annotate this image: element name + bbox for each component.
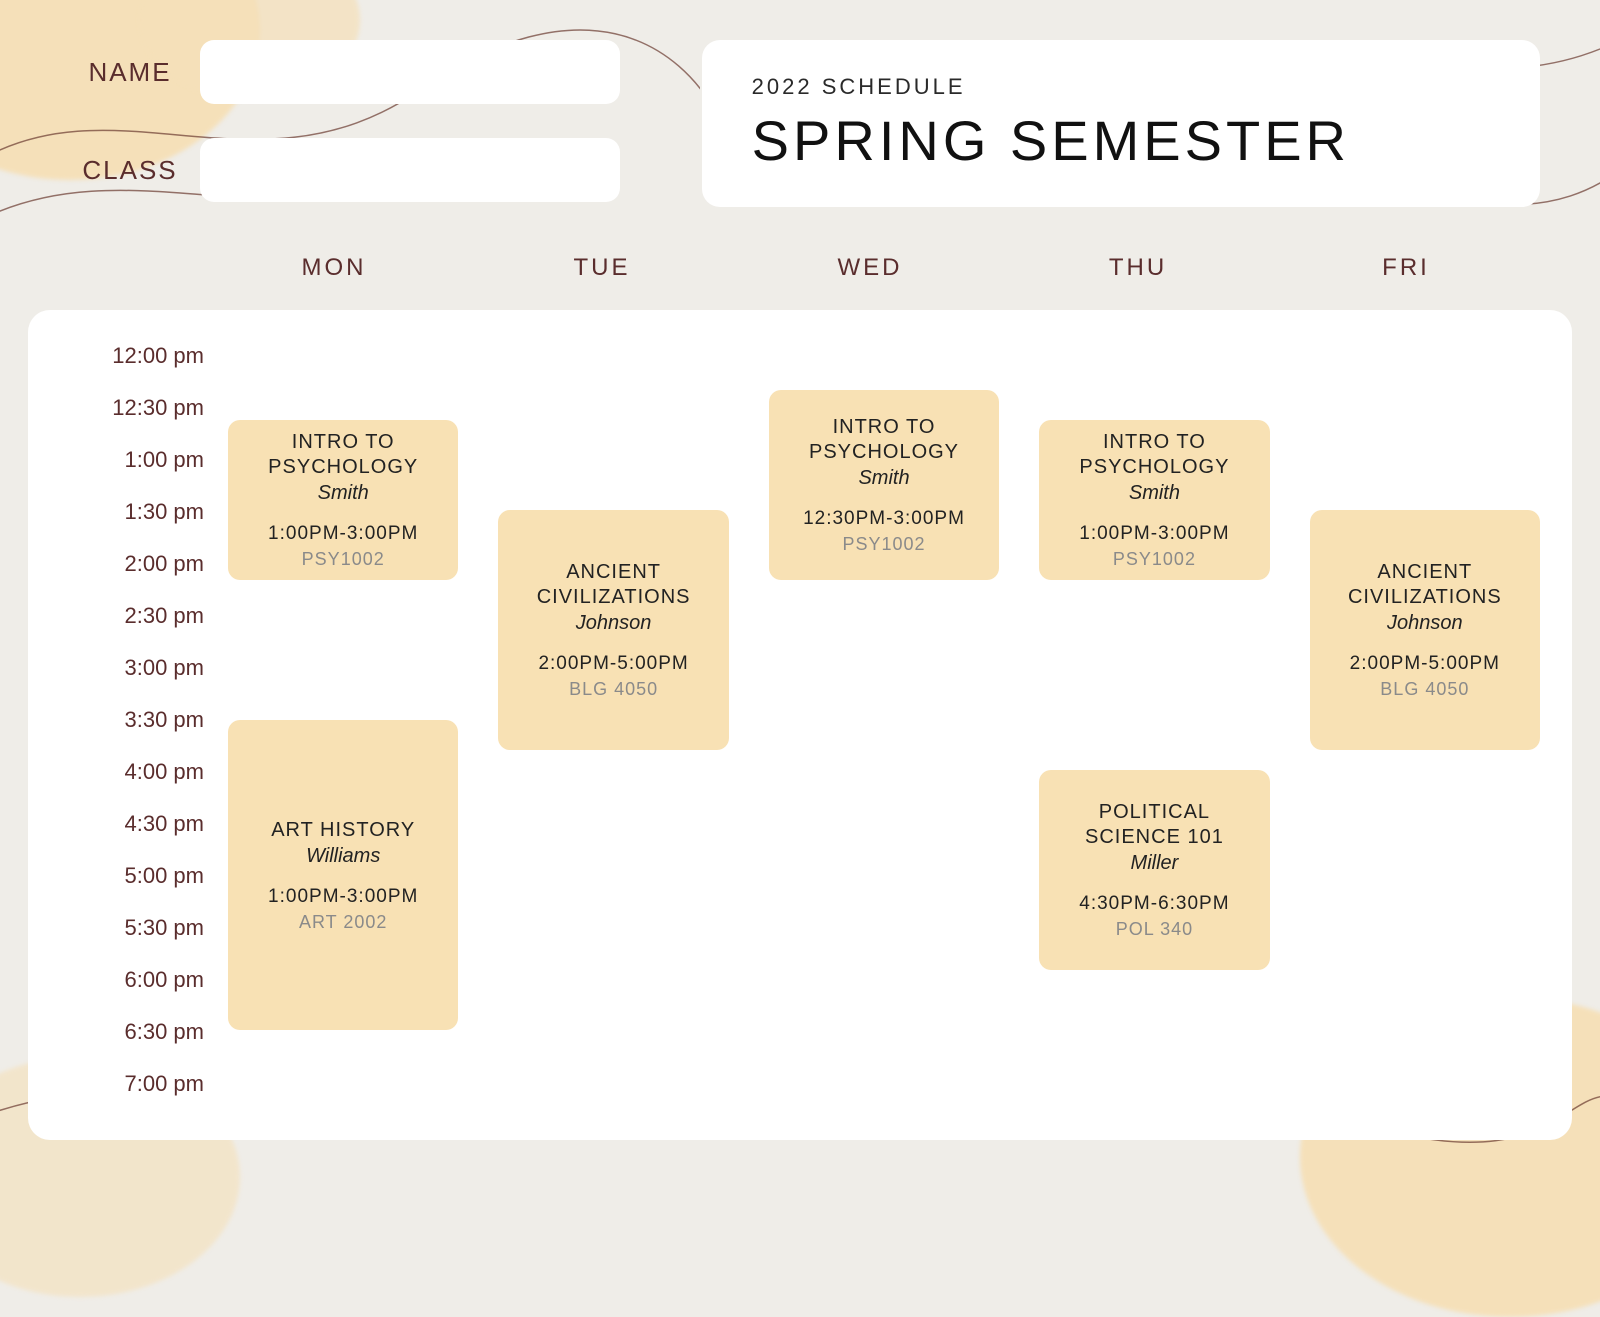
- event-time: 1:00PM-3:00PM: [238, 523, 448, 545]
- schedule-grid: 12:00 pm12:30 pm1:00 pm1:30 pm2:00 pm2:3…: [28, 310, 1572, 1140]
- day-header-row: MON TUE WED THU FRI: [0, 254, 1600, 282]
- day-column-thu: INTRO TO PSYCHOLOGYSmith 1:00PM-3:00PM PSY…: [1039, 330, 1269, 1120]
- event-time: 2:00PM-5:00PM: [508, 653, 718, 675]
- event-instructor: Smith: [1049, 482, 1259, 505]
- time-label: 2:30 pm: [28, 602, 228, 654]
- event-code: POL 340: [1049, 919, 1259, 940]
- event-code: PSY1002: [779, 534, 989, 555]
- event-instructor: Miller: [1049, 852, 1259, 875]
- time-label: 3:00 pm: [28, 654, 228, 706]
- event-title: ART HISTORY: [238, 818, 448, 843]
- event-instructor: Williams: [238, 845, 448, 868]
- day-column-mon: INTRO TO PSYCHOLOGYSmith 1:00PM-3:00PM PSY…: [228, 330, 458, 1120]
- title-card: 2022 SCHEDULE SPRING SEMESTER: [702, 40, 1540, 207]
- event-instructor: Smith: [238, 482, 448, 505]
- event-instructor: Johnson: [508, 612, 718, 635]
- event-block: INTRO TO PSYCHOLOGYSmith 1:00PM-3:00PM PSY…: [228, 420, 458, 580]
- event-code: BLG 4050: [508, 679, 718, 700]
- event-code: PSY1002: [1049, 549, 1259, 570]
- day-header: MON: [200, 254, 468, 282]
- time-label: 4:30 pm: [28, 810, 228, 862]
- time-column: 12:00 pm12:30 pm1:00 pm1:30 pm2:00 pm2:3…: [28, 342, 228, 1122]
- event-code: ART 2002: [238, 912, 448, 933]
- day-header: FRI: [1272, 254, 1540, 282]
- time-label: 4:00 pm: [28, 758, 228, 810]
- day-header: TUE: [468, 254, 736, 282]
- time-label: 6:00 pm: [28, 966, 228, 1018]
- event-time: 12:30PM-3:00PM: [779, 508, 989, 530]
- subtitle: 2022 SCHEDULE: [752, 74, 1350, 100]
- event-time: 1:00PM-3:00PM: [1049, 523, 1259, 545]
- page-title: SPRING SEMESTER: [752, 108, 1350, 173]
- day-header: THU: [1004, 254, 1272, 282]
- event-title: ANCIENT CIVILIZATIONS: [508, 560, 718, 610]
- event-title: INTRO TO PSYCHOLOGY: [238, 430, 448, 480]
- time-label: 12:30 pm: [28, 394, 228, 446]
- day-header: WED: [736, 254, 1004, 282]
- event-title: INTRO TO PSYCHOLOGY: [1049, 430, 1259, 480]
- event-block: INTRO TO PSYCHOLOGYSmith 1:00PM-3:00PM PSY…: [1039, 420, 1269, 580]
- time-label: 7:00 pm: [28, 1070, 228, 1122]
- event-block: ART HISTORYWilliams 1:00PM-3:00PM ART 2002: [228, 720, 458, 1030]
- event-block: POLITICAL SCIENCE 101Miller 4:30PM-6:30PM…: [1039, 770, 1269, 970]
- event-code: PSY1002: [238, 549, 448, 570]
- day-column-fri: ANCIENT CIVILIZATIONSJohnson 2:00PM-5:00P…: [1310, 330, 1540, 1120]
- event-time: 4:30PM-6:30PM: [1049, 893, 1259, 915]
- event-time: 1:00PM-3:00PM: [238, 886, 448, 908]
- event-title: ANCIENT CIVILIZATIONS: [1320, 560, 1530, 610]
- name-input[interactable]: [200, 40, 620, 104]
- day-column-wed: INTRO TO PSYCHOLOGYSmith 12:30PM-3:00PM PS…: [769, 330, 999, 1120]
- time-label: 5:00 pm: [28, 862, 228, 914]
- day-column-tue: ANCIENT CIVILIZATIONSJohnson 2:00PM-5:00P…: [498, 330, 728, 1120]
- event-code: BLG 4050: [1320, 679, 1530, 700]
- time-label: 2:00 pm: [28, 550, 228, 602]
- event-title: POLITICAL SCIENCE 101: [1049, 800, 1259, 850]
- time-label: 1:00 pm: [28, 446, 228, 498]
- time-label: 5:30 pm: [28, 914, 228, 966]
- event-title: INTRO TO PSYCHOLOGY: [779, 415, 989, 465]
- name-label: NAME: [60, 57, 200, 88]
- time-label: 1:30 pm: [28, 498, 228, 550]
- event-time: 2:00PM-5:00PM: [1320, 653, 1530, 675]
- class-input[interactable]: [200, 138, 620, 202]
- time-label: 12:00 pm: [28, 342, 228, 394]
- event-block: ANCIENT CIVILIZATIONSJohnson 2:00PM-5:00P…: [498, 510, 728, 750]
- time-label: 6:30 pm: [28, 1018, 228, 1070]
- event-block: INTRO TO PSYCHOLOGYSmith 12:30PM-3:00PM PS…: [769, 390, 999, 580]
- event-instructor: Johnson: [1320, 612, 1530, 635]
- event-block: ANCIENT CIVILIZATIONSJohnson 2:00PM-5:00P…: [1310, 510, 1540, 750]
- class-label: CLASS: [60, 155, 200, 186]
- time-label: 3:30 pm: [28, 706, 228, 758]
- event-instructor: Smith: [779, 467, 989, 490]
